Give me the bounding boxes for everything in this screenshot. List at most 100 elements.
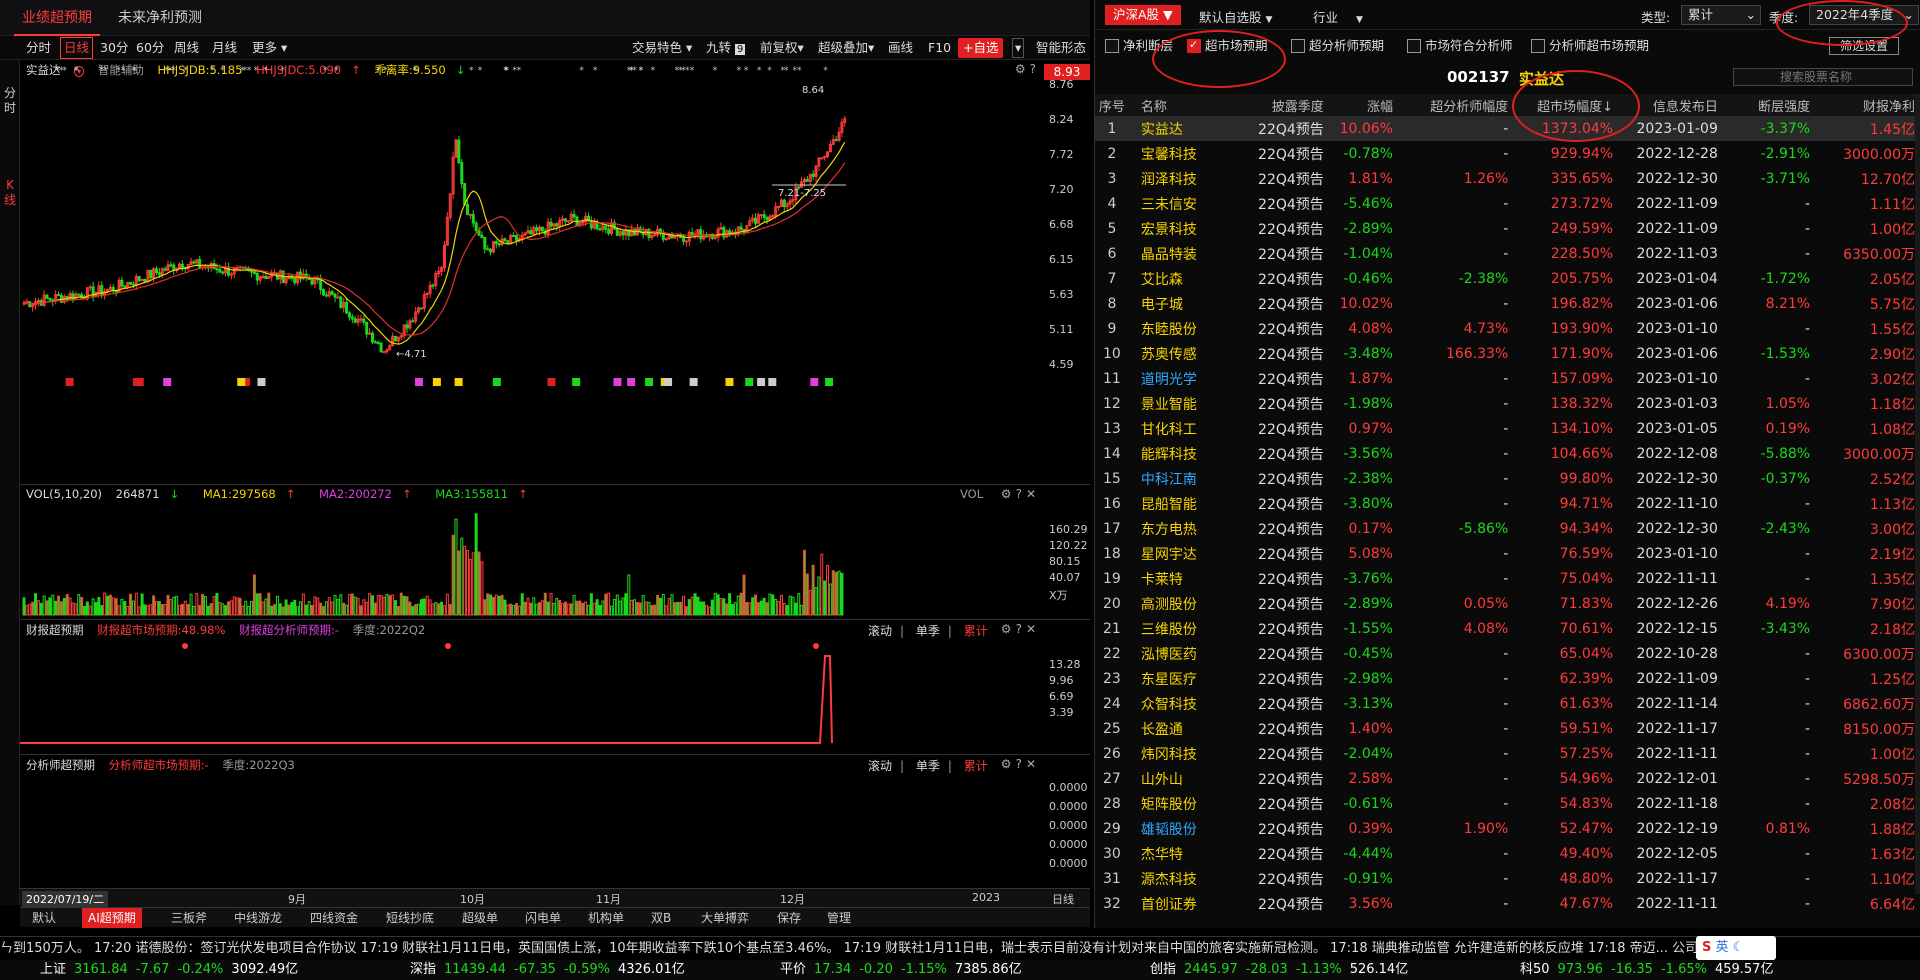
- close-icon[interactable]: ✕: [1026, 757, 1040, 771]
- table-row[interactable]: 30 杰华特 22Q4预告 -4.44% - 49.40% 2022-12-05 - 1.63亿: [1095, 841, 1920, 866]
- period-day[interactable]: 日线: [60, 37, 94, 59]
- index-quote[interactable]: 创指 2445.97 -28.03 -1.13% 526.14亿: [1150, 960, 1416, 980]
- indicator-tab[interactable]: 大单搏弈: [701, 908, 749, 928]
- overlay-menu[interactable]: 超级叠加▾: [818, 36, 874, 60]
- index-quote[interactable]: 平价 17.34 -0.20 -1.15% 7385.86亿: [780, 960, 1030, 980]
- table-row[interactable]: 7 艾比森 22Q4预告 -0.46% -2.38% 205.75% 2023-01-04 -…: [1095, 266, 1920, 291]
- table-row[interactable]: 1 实益达 22Q4预告 10.06% -1373.04% 2023-01-09 -3.37…: [1095, 116, 1920, 141]
- tab-earnings-beat[interactable]: 业绩超预期: [14, 0, 100, 36]
- column-header[interactable]: 财报净利: [1816, 94, 1920, 116]
- table-row[interactable]: 32 首创证券 22Q4预告 3.56% - 47.67% 2022-11-11 - 6.64亿: [1095, 891, 1920, 916]
- market-dropdown[interactable]: 沪深A股 ▼: [1105, 5, 1181, 25]
- table-row[interactable]: 14 能辉科技 22Q4预告 -3.56% - 104.66% 2022-12-08 -5.8…: [1095, 441, 1920, 466]
- f10-button[interactable]: F10: [928, 36, 951, 60]
- trade-feature-menu[interactable]: 交易特色 ▾: [632, 36, 692, 60]
- tab-rolling[interactable]: 滚动: [868, 759, 892, 773]
- tab-cumulative[interactable]: 累计: [964, 759, 988, 773]
- index-quote[interactable]: 上证 3161.84 -7.67 -0.24% 3092.49亿: [40, 960, 306, 980]
- indicator-tab[interactable]: 短线抄底: [386, 908, 434, 928]
- period-more[interactable]: 更多 ▾: [252, 36, 287, 60]
- news-ticker[interactable]: ㄣ到150万人。 17:20 诺德股份：签订光伏发电项目合作协议 17:19 财…: [0, 936, 1920, 960]
- indicator-tab[interactable]: AI超预期: [82, 908, 142, 928]
- indicator-tab[interactable]: 中线游龙: [234, 908, 282, 928]
- table-row[interactable]: 18 星网宇达 22Q4预告 5.08% - 76.59% 2023-01-10 - 2.19亿: [1095, 541, 1920, 566]
- stock-name-cell: 昆船智能: [1140, 496, 1197, 513]
- table-row[interactable]: 26 炜冈科技 22Q4预告 -2.04% - 57.25% 2022-11-11 - 1.00…: [1095, 741, 1920, 766]
- table-scrollbar[interactable]: [1915, 94, 1920, 894]
- table-row[interactable]: 19 卡莱特 22Q4预告 -3.76% - 75.04% 2022-11-11 - 1.35亿: [1095, 566, 1920, 591]
- filter-market-match[interactable]: 市场符合分析师: [1407, 38, 1513, 54]
- indicator-tab[interactable]: 保存: [777, 908, 801, 928]
- period-60min[interactable]: 60分: [136, 36, 164, 60]
- adjust-menu[interactable]: 前复权▾: [760, 36, 804, 60]
- table-row[interactable]: 28 矩阵股份 22Q4预告 -0.61% - 54.83% 2022-11-18 - 2.08…: [1095, 791, 1920, 816]
- table-row[interactable]: 31 源杰科技 22Q4预告 -0.91% - 48.80% 2022-11-17 - 1.10…: [1095, 866, 1920, 891]
- table-row[interactable]: 23 东星医疗 22Q4预告 -2.98% - 62.39% 2022-11-09 - 1.25…: [1095, 666, 1920, 691]
- fin-chart[interactable]: [20, 620, 1040, 755]
- indicator-tab[interactable]: 四线资金: [310, 908, 358, 928]
- index-quote[interactable]: 深指 11439.44 -67.35 -0.59% 4326.01亿: [410, 960, 693, 980]
- stock-name-cell: 众智科技: [1140, 696, 1197, 713]
- period-30min[interactable]: 30分: [100, 36, 128, 60]
- period-week[interactable]: 周线: [174, 36, 199, 60]
- tab-future-profit[interactable]: 未来净利预测: [110, 0, 210, 36]
- watchlist-select[interactable]: 默认自选股 ▼: [1199, 7, 1272, 26]
- table-row[interactable]: 16 昆船智能 22Q4预告 -3.80% - 94.71% 2022-11-10 - 1.13…: [1095, 491, 1920, 516]
- column-header[interactable]: 涨幅: [1329, 94, 1399, 116]
- table-row[interactable]: 2 宝馨科技 22Q4预告 -0.78% - 929.94% 2022-12-28 -2.91…: [1095, 141, 1920, 166]
- view-minute-tab[interactable]: 分时: [3, 86, 17, 116]
- column-header[interactable]: 超分析师幅度: [1398, 94, 1515, 116]
- ime-indicator[interactable]: S 英 ☾: [1696, 936, 1776, 960]
- indicator-tab[interactable]: 超级单: [462, 908, 498, 928]
- filter-analyst-beat[interactable]: 超分析师预期: [1291, 38, 1384, 54]
- type-select[interactable]: 累计 ⌄: [1681, 5, 1761, 25]
- table-row[interactable]: 15 中科江南 22Q4预告 -2.38% - 99.80% 2022-12-30 -0.37…: [1095, 466, 1920, 491]
- volume-chart[interactable]: [20, 485, 1040, 620]
- table-row[interactable]: 22 泓博医药 22Q4预告 -0.45% - 65.04% 2022-10-28 - 6300…: [1095, 641, 1920, 666]
- indicator-tab[interactable]: 双B: [651, 908, 671, 928]
- column-header[interactable]: 名称: [1134, 94, 1230, 116]
- kline-chart[interactable]: * * * * * * * * * * * * * * * * * * * * * * * * * * * * * * * * * * * * * * * *…: [20, 60, 1040, 485]
- column-header[interactable]: 断层强度: [1723, 94, 1817, 116]
- stock-search-input[interactable]: [1733, 68, 1913, 86]
- watchlist-dropdown[interactable]: ▾: [1012, 38, 1025, 58]
- table-row[interactable]: 21 三维股份 22Q4预告 -1.55% 4.08% 70.61% 2022-12-15 -…: [1095, 616, 1920, 641]
- view-kline-tab[interactable]: K线: [3, 178, 17, 208]
- table-row[interactable]: 25 长盈通 22Q4预告 1.40% - 59.51% 2022-11-17 - 8150.0…: [1095, 716, 1920, 741]
- indicator-tab[interactable]: 机构单: [588, 908, 624, 928]
- period-month[interactable]: 月线: [212, 36, 237, 60]
- row-index: 4: [1107, 195, 1117, 212]
- filter-analyst-over-market[interactable]: 分析师超市场预期: [1531, 38, 1649, 54]
- column-header[interactable]: 披露季度: [1229, 94, 1330, 116]
- add-watchlist-button[interactable]: +自选: [958, 38, 1004, 58]
- table-row[interactable]: 12 景业智能 22Q4预告 -1.98% - 138.32% 2023-01-03 1.05…: [1095, 391, 1920, 416]
- indicator-tab[interactable]: 默认: [32, 908, 56, 928]
- table-row[interactable]: 10 苏奥传感 22Q4预告 -3.48% 166.33% 171.90% 2023-01-…: [1095, 341, 1920, 366]
- industry-select[interactable]: 行业 ▼: [1313, 7, 1363, 26]
- table-row[interactable]: 11 道明光学 22Q4预告 1.87% - 157.09% 2023-01-10 - 3.02…: [1095, 366, 1920, 391]
- index-quote[interactable]: 科50 973.96 -16.35 -1.65% 459.57亿: [1520, 960, 1781, 980]
- period-minute[interactable]: 分时: [26, 36, 51, 60]
- table-row[interactable]: 13 甘化科工 22Q4预告 0.97% - 134.10% 2023-01-05 0.19%…: [1095, 416, 1920, 441]
- draw-line-button[interactable]: 画线: [888, 36, 913, 60]
- table-row[interactable]: 24 众智科技 22Q4预告 -3.13% - 61.63% 2022-11-14 - 6862…: [1095, 691, 1920, 716]
- indicator-tab[interactable]: 三板斧: [171, 908, 207, 928]
- column-header[interactable]: 序号: [1095, 94, 1135, 116]
- settings-icon[interactable]: ⚙: [1001, 757, 1016, 771]
- question-icon[interactable]: ?: [1016, 757, 1026, 771]
- table-row[interactable]: 5 宏景科技 22Q4预告 -2.89% - 249.59% 2022-11-09 - 1.00…: [1095, 216, 1920, 241]
- table-row[interactable]: 6 晶品特装 22Q4预告 -1.04% - 228.50% 2022-11-03 - 6350…: [1095, 241, 1920, 266]
- table-row[interactable]: 17 东方电热 22Q4预告 0.17% -5.86% 94.34% 2022-12-30 -…: [1095, 516, 1920, 541]
- smart-pattern-button[interactable]: 智能形态: [1036, 36, 1086, 60]
- table-row[interactable]: 3 润泽科技 22Q4预告 1.81% 1.26% 335.65% 2022-12-30 -3…: [1095, 166, 1920, 191]
- table-row[interactable]: 8 电子城 22Q4预告 10.02% - 196.82% 2023-01-06 8.21% 5…: [1095, 291, 1920, 316]
- indicator-tab[interactable]: 闪电单: [525, 908, 561, 928]
- table-row[interactable]: 4 三未信安 22Q4预告 -5.46% - 273.72% 2022-11-09 - 1.11…: [1095, 191, 1920, 216]
- table-row[interactable]: 27 山外山 22Q4预告 2.58% - 54.96% 2022-12-01 - 5298.5…: [1095, 766, 1920, 791]
- tab-single[interactable]: 单季: [916, 759, 940, 773]
- table-row[interactable]: 20 高测股份 22Q4预告 -2.89% 0.05% 71.83% 2022-12-26 4…: [1095, 591, 1920, 616]
- nine-turn-menu[interactable]: 九转 9: [706, 36, 746, 60]
- indicator-tab[interactable]: 管理: [827, 908, 851, 928]
- table-row[interactable]: 9 东睦股份 22Q4预告 4.08% 4.73% 193.90% 2023-01-10 - 1…: [1095, 316, 1920, 341]
- table-row[interactable]: 29 雄韬股份 22Q4预告 0.39% 1.90% 52.47% 2022-12-19 0.…: [1095, 816, 1920, 841]
